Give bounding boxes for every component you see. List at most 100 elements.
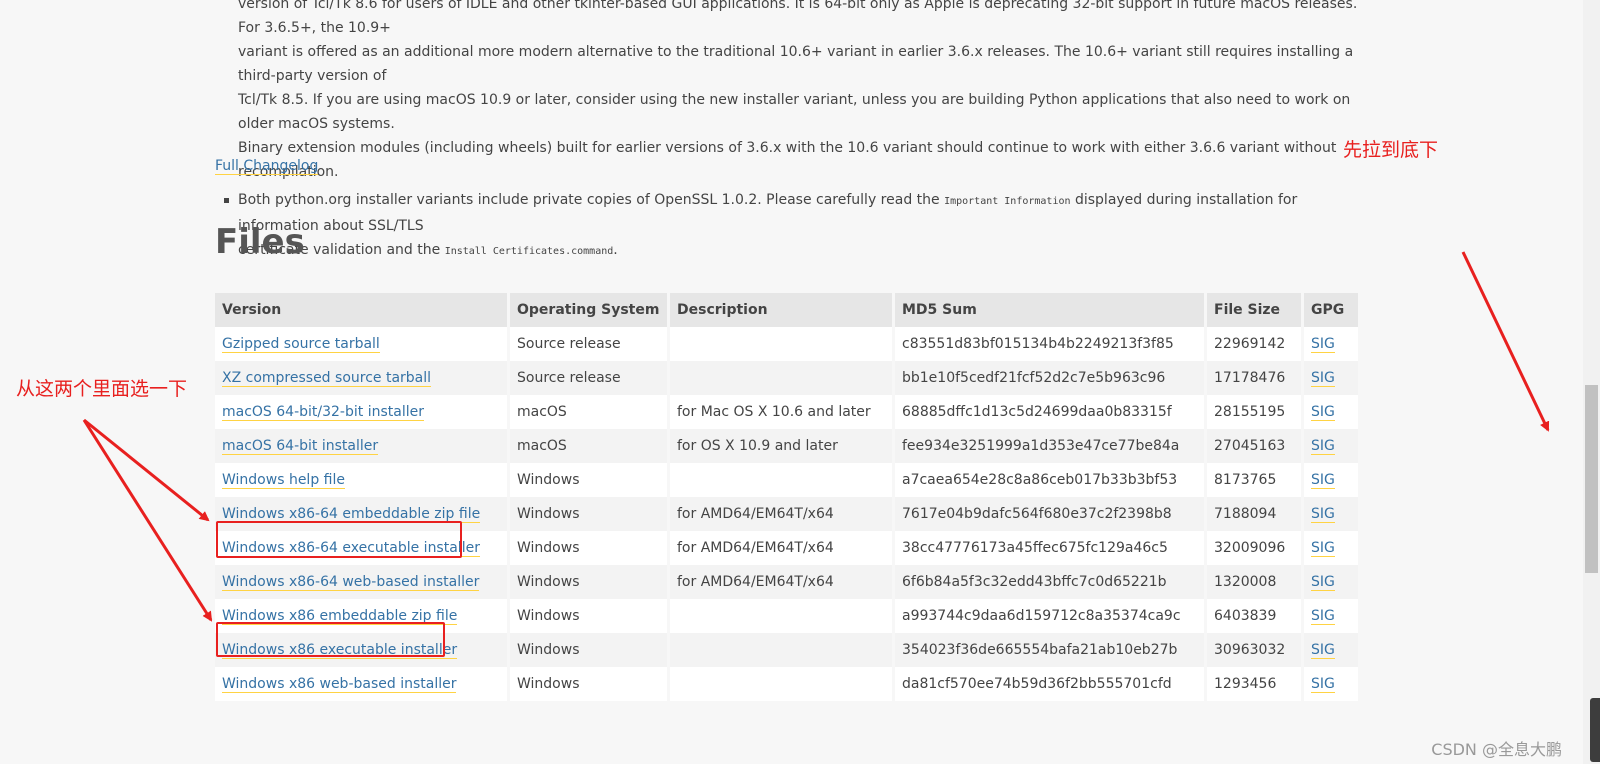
sig-link[interactable]: SIG xyxy=(1311,540,1335,557)
sig-link[interactable]: SIG xyxy=(1311,676,1335,693)
cell-os: Windows xyxy=(508,531,670,565)
cell-description: for OS X 10.9 and later xyxy=(668,429,895,463)
release-note-line: Tcl/Tk 8.5. If you are using macOS 10.9 … xyxy=(238,92,1351,132)
table-row: macOS 64-bit/32-bit installer macOS for … xyxy=(215,395,1361,429)
cell-description: for Mac OS X 10.6 and later xyxy=(668,395,895,429)
download-link[interactable]: Windows x86 web-based installer xyxy=(222,676,457,693)
cell-gpg: SIG xyxy=(1302,327,1361,361)
cell-md5: da81cf570ee74b59d36f2bb555701cfd xyxy=(893,667,1207,701)
cell-os: Source release xyxy=(508,327,670,361)
highlight-box-x86-installer xyxy=(216,622,445,657)
sig-link[interactable]: SIG xyxy=(1311,642,1335,659)
table-row: macOS 64-bit installer macOS for OS X 10… xyxy=(215,429,1361,463)
sig-link[interactable]: SIG xyxy=(1311,506,1335,523)
download-link[interactable]: XZ compressed source tarball xyxy=(222,370,432,387)
side-widget[interactable] xyxy=(1590,698,1600,762)
cell-description xyxy=(668,667,895,701)
release-note-bullet-2: Both python.org installer variants inclu… xyxy=(224,188,1363,264)
full-changelog: Full Changelog xyxy=(215,158,319,175)
cell-gpg: SIG xyxy=(1302,531,1361,565)
arrow-to-x86-64-installer xyxy=(83,418,210,522)
release-note-line: Binary extension modules (including whee… xyxy=(238,140,1337,180)
scrollbar-track[interactable] xyxy=(1583,0,1600,764)
annotation-scroll-hint: 先拉到底下 xyxy=(1343,139,1439,161)
cell-size: 27045163 xyxy=(1205,429,1304,463)
header-operating-system: Operating System xyxy=(508,293,670,327)
arrow-to-scrollbar xyxy=(1461,251,1550,432)
cell-size: 1320008 xyxy=(1205,565,1304,599)
header-gpg: GPG xyxy=(1302,293,1361,327)
sig-link[interactable]: SIG xyxy=(1311,404,1335,421)
cell-md5: a993744c9daa6d159712c8a35374ca9c xyxy=(893,599,1207,633)
cell-version: Gzipped source tarball xyxy=(215,327,510,361)
cell-size: 32009096 xyxy=(1205,531,1304,565)
header-version: Version xyxy=(215,293,510,327)
cell-os: macOS xyxy=(508,395,670,429)
table-row: Windows x86 web-based installer Windows … xyxy=(215,667,1361,701)
cell-description xyxy=(668,327,895,361)
release-note-line: variant is offered as an additional more… xyxy=(238,44,1354,84)
download-link[interactable]: macOS 64-bit installer xyxy=(222,438,379,455)
cell-os: Windows xyxy=(508,599,670,633)
bullet-icon xyxy=(224,198,229,203)
download-link[interactable]: Windows x86-64 web-based installer xyxy=(222,574,480,591)
download-link[interactable]: Gzipped source tarball xyxy=(222,336,380,353)
files-heading: Files xyxy=(215,222,305,262)
cell-gpg: SIG xyxy=(1302,361,1361,395)
cell-size: 22969142 xyxy=(1205,327,1304,361)
cell-os: Windows xyxy=(508,633,670,667)
cell-gpg: SIG xyxy=(1302,599,1361,633)
download-link[interactable]: macOS 64-bit/32-bit installer xyxy=(222,404,424,421)
cell-md5: 354023f36de665554bafa21ab10eb27b xyxy=(893,633,1207,667)
sig-link[interactable]: SIG xyxy=(1311,370,1335,387)
cell-md5: c83551d83bf015134b4b2249213f3f85 xyxy=(893,327,1207,361)
cell-version: macOS 64-bit installer xyxy=(215,429,510,463)
table-row: XZ compressed source tarball Source rele… xyxy=(215,361,1361,395)
cell-size: 30963032 xyxy=(1205,633,1304,667)
cell-gpg: SIG xyxy=(1302,429,1361,463)
cell-md5: bb1e10f5cedf21fcf52d2c7e5b963c96 xyxy=(893,361,1207,395)
cell-version: Windows help file xyxy=(215,463,510,497)
header-description: Description xyxy=(668,293,895,327)
inline-code: Install Certificates.command xyxy=(444,246,614,257)
annotation-choose-hint: 从这两个里面选一下 xyxy=(16,378,188,400)
cell-size: 6403839 xyxy=(1205,599,1304,633)
cell-description xyxy=(668,361,895,395)
cell-md5: a7caea654e28c8a86ceb017b33b3bf53 xyxy=(893,463,1207,497)
full-changelog-link[interactable]: Full Changelog xyxy=(215,158,319,175)
scrollbar-thumb[interactable] xyxy=(1585,385,1598,573)
cell-md5: 7617e04b9dafc564f680e37c2f2398b8 xyxy=(893,497,1207,531)
cell-description: for AMD64/EM64T/x64 xyxy=(668,565,895,599)
cell-version: Windows x86 web-based installer xyxy=(215,667,510,701)
cell-os: Windows xyxy=(508,565,670,599)
cell-size: 28155195 xyxy=(1205,395,1304,429)
download-link[interactable]: Windows help file xyxy=(222,472,345,489)
cell-description: for AMD64/EM64T/x64 xyxy=(668,497,895,531)
cell-description xyxy=(668,599,895,633)
release-notes: version of Tcl/Tk 8.6 for users of IDLE … xyxy=(224,0,1363,268)
sig-link[interactable]: SIG xyxy=(1311,574,1335,591)
cell-os: Windows xyxy=(508,497,670,531)
cell-md5: 68885dffc1d13c5d24699daa0b83315f xyxy=(893,395,1207,429)
sig-link[interactable]: SIG xyxy=(1311,608,1335,625)
highlight-box-x86-64-installer xyxy=(216,521,462,558)
sig-link[interactable]: SIG xyxy=(1311,336,1335,353)
sig-link[interactable]: SIG xyxy=(1311,438,1335,455)
cell-os: Source release xyxy=(508,361,670,395)
release-note-text: . xyxy=(613,242,618,258)
cell-size: 8173765 xyxy=(1205,463,1304,497)
sig-link[interactable]: SIG xyxy=(1311,472,1335,489)
cell-os: macOS xyxy=(508,429,670,463)
cell-gpg: SIG xyxy=(1302,463,1361,497)
cell-gpg: SIG xyxy=(1302,497,1361,531)
header-md5-sum: MD5 Sum xyxy=(893,293,1207,327)
header-file-size: File Size xyxy=(1205,293,1304,327)
release-note-text: Both python.org installer variants inclu… xyxy=(238,192,945,208)
release-note-bullet-1: version of Tcl/Tk 8.6 for users of IDLE … xyxy=(238,0,1363,184)
cell-description: for AMD64/EM64T/x64 xyxy=(668,531,895,565)
cell-size: 1293456 xyxy=(1205,667,1304,701)
cell-os: Windows xyxy=(508,667,670,701)
cell-size: 7188094 xyxy=(1205,497,1304,531)
cell-description xyxy=(668,633,895,667)
table-row: Windows help file Windows a7caea654e28c8… xyxy=(215,463,1361,497)
